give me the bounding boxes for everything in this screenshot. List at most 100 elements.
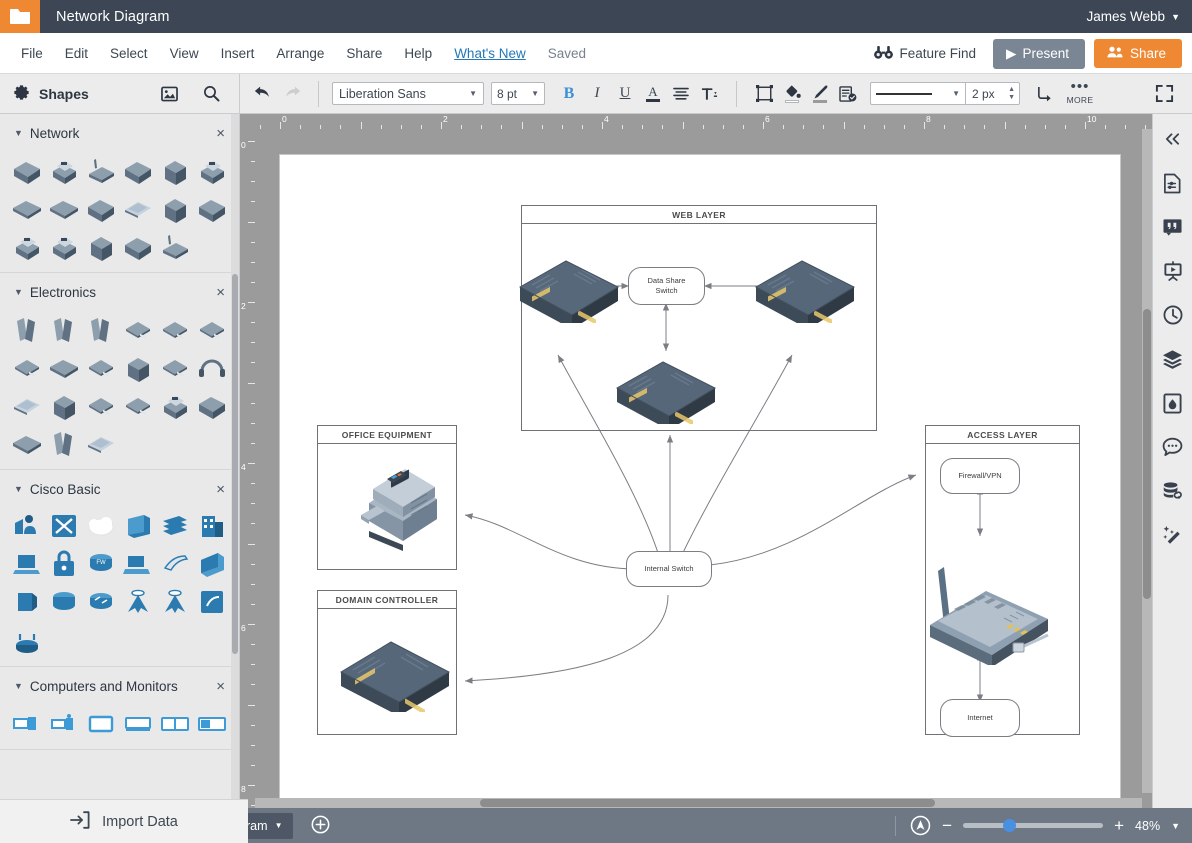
shape-thumbnail[interactable]	[194, 389, 229, 421]
shape-thumbnail[interactable]	[157, 510, 192, 542]
shape-thumbnail[interactable]	[120, 389, 155, 421]
menu-share[interactable]: Share	[335, 41, 393, 66]
scrollbar-thumb[interactable]	[232, 274, 238, 654]
add-page-button[interactable]	[311, 815, 330, 837]
close-icon[interactable]: ×	[216, 679, 225, 694]
shape-thumbnail[interactable]	[84, 154, 119, 186]
chevron-down-icon[interactable]: ▼	[1171, 821, 1180, 831]
chat-icon[interactable]	[1158, 432, 1188, 462]
shape-thumbnail[interactable]	[10, 389, 45, 421]
user-menu[interactable]: James Webb ▼	[1087, 0, 1180, 33]
menu-insert[interactable]: Insert	[210, 41, 266, 66]
shape-thumbnail[interactable]	[47, 707, 82, 739]
zoom-in-button[interactable]: +	[1114, 817, 1124, 834]
bold-button[interactable]: B	[555, 80, 583, 108]
scrollbar-thumb[interactable]	[480, 799, 935, 807]
pen-icon[interactable]	[806, 80, 834, 108]
collapse-panel-icon[interactable]	[1158, 124, 1188, 154]
shape-thumbnail[interactable]	[120, 351, 155, 383]
shape-thumbnail[interactable]	[194, 510, 229, 542]
zoom-out-button[interactable]: −	[942, 817, 952, 834]
close-icon[interactable]: ×	[216, 126, 225, 141]
canvas-viewport[interactable]: WEB LAYER OFFICE EQUIPMENT DOMAIN CONTRO…	[255, 129, 1152, 808]
section-header-computers-and-monitors[interactable]: ▼ Computers and Monitors ×	[0, 667, 239, 705]
shape-thumbnail[interactable]	[10, 586, 45, 618]
shape-thumbnail[interactable]	[84, 427, 119, 459]
shape-thumbnail[interactable]	[120, 510, 155, 542]
shape-thumbnail[interactable]	[10, 154, 45, 186]
pan-tool-icon[interactable]	[910, 815, 931, 836]
shape-thumbnail[interactable]	[157, 351, 192, 383]
folder-icon[interactable]	[0, 0, 40, 33]
shape-thumbnail[interactable]	[10, 192, 45, 224]
shape-thumbnail[interactable]	[10, 230, 45, 262]
shape-thumbnail[interactable]	[157, 192, 192, 224]
shape-thumbnail[interactable]	[157, 548, 192, 580]
shape-thumbnail[interactable]	[84, 510, 119, 542]
font-family-select[interactable]: Liberation Sans ▼	[332, 82, 484, 105]
revision-history-icon[interactable]	[1158, 300, 1188, 330]
shape-thumbnail[interactable]	[120, 548, 155, 580]
shape-thumbnail[interactable]	[194, 313, 229, 345]
connector-icon[interactable]	[1030, 80, 1058, 108]
shape-thumbnail[interactable]	[120, 192, 155, 224]
share-button[interactable]: Share	[1094, 39, 1182, 68]
shape-thumbnail[interactable]	[47, 154, 82, 186]
device-web-server-left[interactable]	[516, 249, 622, 326]
canvas-horizontal-scrollbar[interactable]	[255, 798, 1142, 808]
zoom-slider[interactable]	[963, 823, 1103, 828]
shape-thumbnail[interactable]	[47, 427, 82, 459]
shapes-panel-scrollbar[interactable]	[231, 114, 239, 808]
shape-thumbnail[interactable]	[47, 351, 82, 383]
redo-icon[interactable]	[277, 80, 305, 108]
presentation-icon[interactable]	[1158, 256, 1188, 286]
document-properties-icon[interactable]	[1158, 168, 1188, 198]
section-header-network[interactable]: ▼ Network ×	[0, 114, 239, 152]
shape-icon[interactable]	[750, 80, 778, 108]
close-icon[interactable]: ×	[216, 285, 225, 300]
shape-thumbnail[interactable]	[157, 230, 192, 262]
close-icon[interactable]: ×	[216, 482, 225, 497]
diagram-page[interactable]: WEB LAYER OFFICE EQUIPMENT DOMAIN CONTRO…	[280, 155, 1120, 807]
shape-thumbnail[interactable]	[157, 313, 192, 345]
stepper-icon[interactable]: ▲▼	[1008, 86, 1015, 101]
shape-thumbnail[interactable]	[194, 548, 229, 580]
shape-thumbnail[interactable]	[194, 154, 229, 186]
zoom-level-value[interactable]: 48%	[1135, 819, 1160, 833]
underline-button[interactable]: U	[611, 80, 639, 108]
shape-thumbnail[interactable]: FW	[84, 548, 119, 580]
import-data-button[interactable]: Import Data	[0, 799, 248, 843]
shape-thumbnail[interactable]	[84, 586, 119, 618]
shape-thumbnail[interactable]	[47, 192, 82, 224]
feature-find-button[interactable]: Feature Find	[866, 42, 985, 66]
shape-thumbnail[interactable]	[10, 351, 45, 383]
line-weight-input[interactable]: 2 px ▲▼	[966, 82, 1020, 105]
shape-thumbnail[interactable]	[84, 192, 119, 224]
font-size-select[interactable]: 8 pt ▼	[491, 82, 545, 105]
shape-thumbnail[interactable]	[47, 586, 82, 618]
shape-thumbnail[interactable]	[120, 154, 155, 186]
theme-icon[interactable]	[1158, 388, 1188, 418]
section-header-cisco-basic[interactable]: ▼ Cisco Basic ×	[0, 470, 239, 508]
menu-file[interactable]: File	[10, 41, 54, 66]
shape-thumbnail[interactable]	[47, 548, 82, 580]
more-options-button[interactable]: ••• MORE	[1058, 82, 1102, 105]
shape-thumbnail[interactable]	[10, 548, 45, 580]
menu-arrange[interactable]: Arrange	[265, 41, 335, 66]
present-button[interactable]: ▶ Present	[993, 39, 1085, 69]
menu-view[interactable]: View	[159, 41, 210, 66]
fill-bucket-icon[interactable]	[778, 80, 806, 108]
shape-thumbnail[interactable]	[10, 313, 45, 345]
node-internet[interactable]: Internet	[940, 699, 1020, 737]
align-icon[interactable]	[667, 80, 695, 108]
menu-edit[interactable]: Edit	[54, 41, 99, 66]
fullscreen-icon[interactable]	[1150, 80, 1178, 108]
shape-thumbnail[interactable]	[194, 707, 229, 739]
shape-style-icon[interactable]	[834, 80, 862, 108]
text-options-icon[interactable]	[695, 80, 723, 108]
shape-thumbnail[interactable]	[157, 154, 192, 186]
node-data-share-switch[interactable]: Data Share Switch	[628, 267, 705, 305]
shape-thumbnail[interactable]	[47, 510, 82, 542]
menu-select[interactable]: Select	[99, 41, 159, 66]
shape-thumbnail[interactable]	[120, 230, 155, 262]
